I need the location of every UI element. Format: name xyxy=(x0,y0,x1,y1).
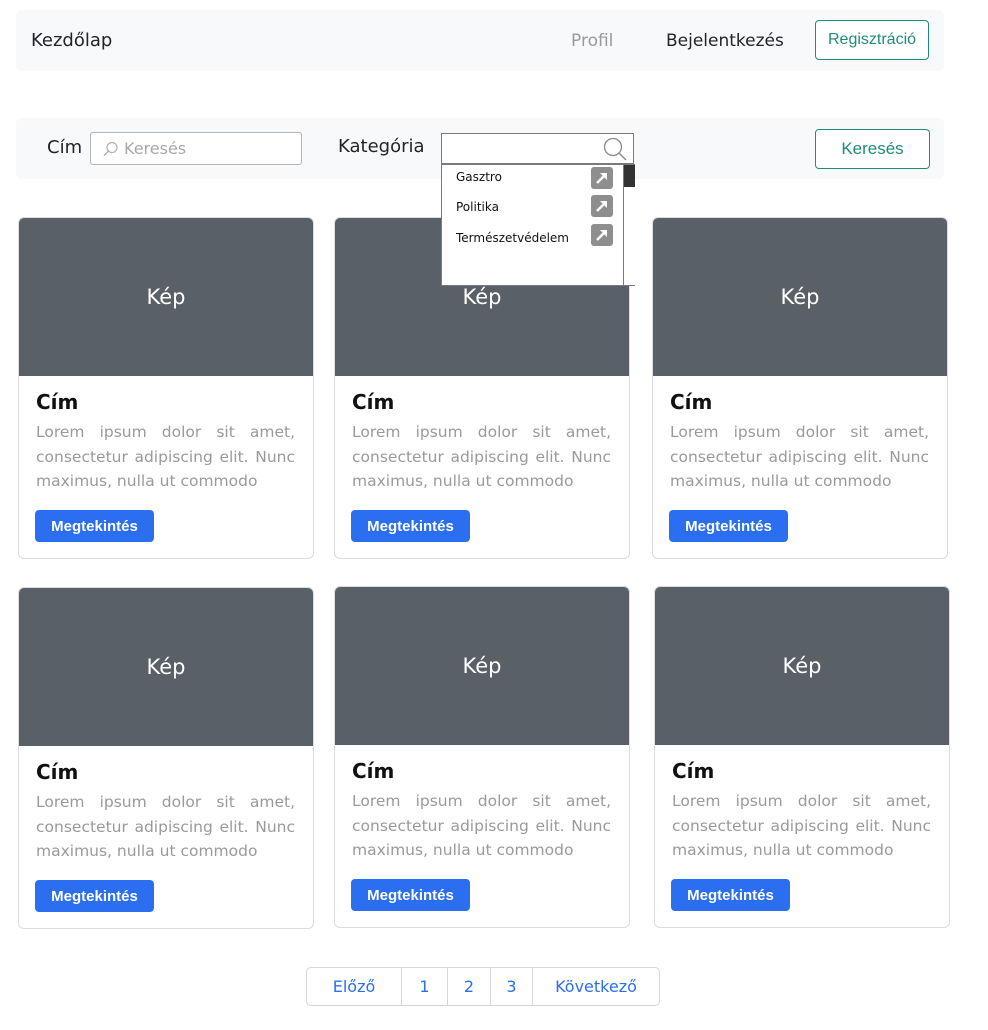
dropdown-item-politika[interactable]: Politika xyxy=(456,200,499,214)
external-link-icon[interactable] xyxy=(591,167,613,189)
image-placeholder: Kép xyxy=(655,587,949,745)
home-link[interactable]: Kezdőlap xyxy=(31,30,112,51)
external-link-icon[interactable] xyxy=(591,224,613,246)
card-text: Lorem ipsum dolor sit amet, consectetur … xyxy=(672,792,931,859)
article-card: Kép Cím Lorem ipsum dolor sit amet, cons… xyxy=(334,586,630,928)
card-title: Cím xyxy=(36,760,79,784)
view-button[interactable]: Megtekintés xyxy=(35,510,154,542)
dropdown-item-termeszetvedelem[interactable]: Természetvédelem xyxy=(456,231,569,245)
category-dropdown: Gasztro Politika Természetvédelem xyxy=(441,164,635,286)
card-text: Lorem ipsum dolor sit amet, consectetur … xyxy=(36,793,295,860)
image-placeholder: Kép xyxy=(19,588,313,746)
view-button[interactable]: Megtekintés xyxy=(351,879,470,911)
pagination: Előző 1 2 3 Következő xyxy=(306,967,660,1006)
external-link-icon[interactable] xyxy=(591,195,613,217)
image-placeholder: Kép xyxy=(653,218,947,376)
card-title: Cím xyxy=(672,759,715,783)
search-icon xyxy=(603,137,627,161)
login-link[interactable]: Bejelentkezés xyxy=(666,31,784,51)
profile-link[interactable]: Profil xyxy=(571,31,613,51)
image-placeholder: Kép xyxy=(335,587,629,745)
title-label: Cím xyxy=(47,137,83,158)
search-placeholder: Keresés xyxy=(124,139,187,158)
category-label: Kategória xyxy=(338,136,425,157)
card-text: Lorem ipsum dolor sit amet, consectetur … xyxy=(36,423,295,490)
dropdown-scrollbar[interactable] xyxy=(623,165,635,285)
view-button[interactable]: Megtekintés xyxy=(669,510,788,542)
top-navbar: Kezdőlap Profil Bejelentkezés Regisztrác… xyxy=(16,10,944,71)
card-title: Cím xyxy=(670,390,713,414)
dropdown-item-gasztro[interactable]: Gasztro xyxy=(456,170,502,184)
article-card: Kép Cím Lorem ipsum dolor sit amet, cons… xyxy=(654,586,950,928)
pagination-next[interactable]: Következő xyxy=(533,968,659,1005)
card-title: Cím xyxy=(352,390,395,414)
search-button[interactable]: Keresés xyxy=(815,129,930,169)
pagination-page-2[interactable]: 2 xyxy=(448,968,491,1005)
article-card: Kép Cím Lorem ipsum dolor sit amet, cons… xyxy=(18,587,314,929)
view-button[interactable]: Megtekintés xyxy=(35,880,154,912)
article-card: Kép Cím Lorem ipsum dolor sit amet, cons… xyxy=(652,217,948,559)
search-input[interactable]: Keresés xyxy=(90,132,302,165)
scrollbar-thumb[interactable] xyxy=(624,165,635,187)
pagination-page-1[interactable]: 1 xyxy=(402,968,448,1005)
card-title: Cím xyxy=(352,759,395,783)
register-button[interactable]: Regisztráció xyxy=(815,20,929,60)
card-title: Cím xyxy=(36,390,79,414)
image-placeholder: Kép xyxy=(19,218,313,376)
view-button[interactable]: Megtekintés xyxy=(671,879,790,911)
card-text: Lorem ipsum dolor sit amet, consectetur … xyxy=(352,792,611,859)
search-icon xyxy=(103,141,118,156)
article-card: Kép Cím Lorem ipsum dolor sit amet, cons… xyxy=(18,217,314,559)
category-select[interactable] xyxy=(441,133,634,164)
card-text: Lorem ipsum dolor sit amet, consectetur … xyxy=(352,423,611,490)
view-button[interactable]: Megtekintés xyxy=(351,510,470,542)
card-text: Lorem ipsum dolor sit amet, consectetur … xyxy=(670,423,929,490)
pagination-prev[interactable]: Előző xyxy=(307,968,402,1005)
pagination-page-3[interactable]: 3 xyxy=(491,968,533,1005)
